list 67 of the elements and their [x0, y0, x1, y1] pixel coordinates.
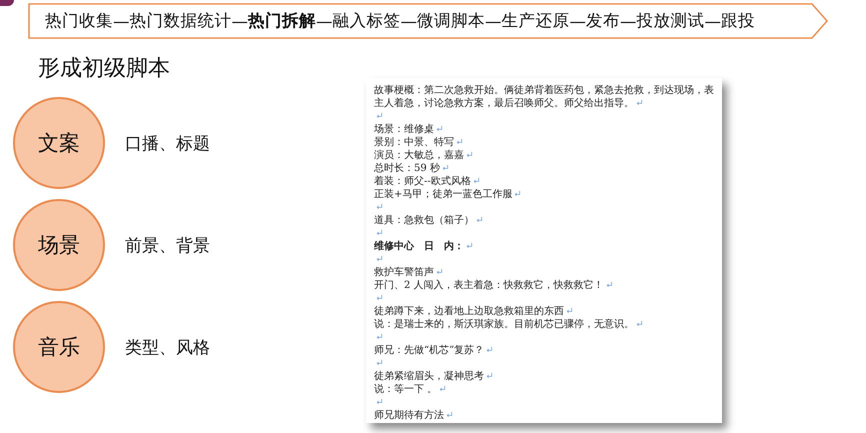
process-step: 热门收集: [45, 10, 113, 32]
script-line: 徒弟紧缩眉头，凝神思考: [374, 371, 493, 382]
paragraph-mark-icon: [436, 268, 443, 275]
corner-decoration: [0, 0, 14, 6]
step-separator: —: [400, 12, 417, 30]
process-step: 融入标签: [332, 10, 400, 32]
step-separator: —: [570, 12, 586, 30]
paragraph-mark-icon: [376, 203, 383, 210]
category-description: 类型、风格: [125, 336, 210, 358]
paragraph-mark-icon: [376, 112, 383, 119]
category-circle: 音乐: [13, 301, 105, 393]
script-line: 道具：急救包（箱子）: [374, 215, 483, 226]
paragraph-mark-icon: [636, 99, 643, 106]
process-step: 跟投: [721, 10, 755, 32]
paragraph-mark-icon: [466, 242, 473, 249]
category-description: 前景、背景: [125, 234, 210, 256]
paragraph-mark-icon: [514, 190, 522, 197]
paragraph-mark-icon: [472, 177, 480, 184]
step-separator: —: [704, 12, 721, 30]
paragraph-mark-icon: [476, 216, 483, 223]
script-line: 故事梗概：第二次急救开始。俩徒弟背着医药包，紧急去抢救，到达现场，表主人着急，讨论急救方案，最后召唤师父。师父给出指导。: [374, 85, 714, 109]
script-line: 总时长：59 秒: [374, 163, 449, 174]
script-line: 演员：大敏总，嘉嘉: [374, 150, 473, 161]
process-step: 投放测试: [636, 10, 704, 32]
paragraph-mark-icon: [376, 359, 383, 366]
step-separator: —: [316, 12, 332, 30]
paragraph-mark-icon: [376, 398, 383, 405]
category-description: 口播、标题: [125, 132, 210, 154]
script-line: 场景：维修桌: [374, 124, 443, 135]
step-separator: —: [232, 12, 248, 30]
process-step: 热门数据统计: [130, 10, 232, 32]
script-line: 说：等一下 。: [374, 384, 446, 395]
paragraph-mark-icon: [606, 281, 613, 288]
paragraph-mark-icon: [442, 164, 449, 171]
paragraph-mark-icon: [439, 385, 446, 392]
paragraph-mark-icon: [466, 151, 473, 158]
process-step: 发布: [586, 10, 620, 32]
script-line: 景别：中景、特写: [374, 137, 463, 148]
step-separator: —: [485, 12, 502, 30]
category-circle: 场景: [13, 199, 105, 291]
paragraph-mark-icon: [456, 138, 463, 145]
script-line: 着装：师父--欧式风格: [374, 176, 480, 187]
process-step: 热门拆解: [248, 10, 316, 32]
paragraph-mark-icon: [376, 333, 383, 340]
script-line: 正装+马甲；徒弟一蓝色工作服: [374, 189, 522, 200]
paragraph-mark-icon: [376, 294, 383, 301]
paragraph-mark-icon: [436, 125, 443, 132]
step-separator: —: [620, 12, 636, 30]
script-line: 师兄：先做“机芯”复苏？: [374, 345, 494, 356]
paragraph-mark-icon: [486, 346, 494, 353]
paragraph-mark-icon: [446, 411, 453, 418]
process-step: 生产还原: [502, 10, 570, 32]
script-line: 维修中心 日 内：: [374, 241, 473, 252]
paragraph-mark-icon: [376, 229, 383, 236]
section-title: 形成初级脚本: [38, 55, 171, 83]
script-line: 救护车警笛声: [374, 267, 443, 278]
paragraph-mark-icon: [486, 372, 493, 379]
step-separator: —: [113, 12, 130, 30]
script-line: 开门、2 人闯入，表主着急：快救救它，快救救它！: [374, 280, 613, 291]
paragraph-mark-icon: [566, 307, 573, 314]
category-circle: 文案: [13, 97, 105, 189]
paragraph-mark-icon: [376, 255, 383, 262]
script-line: 徒弟蹲下来，边看地上边取急救箱里的东西: [374, 306, 573, 317]
paragraph-mark-icon: [636, 320, 643, 327]
process-step: 微调脚本: [417, 10, 485, 32]
script-line: 师兄期待有方法: [374, 410, 453, 421]
script-line: 说：是瑞士来的，斯沃琪家族。目前机芯已骤停，无意识。: [374, 319, 643, 330]
